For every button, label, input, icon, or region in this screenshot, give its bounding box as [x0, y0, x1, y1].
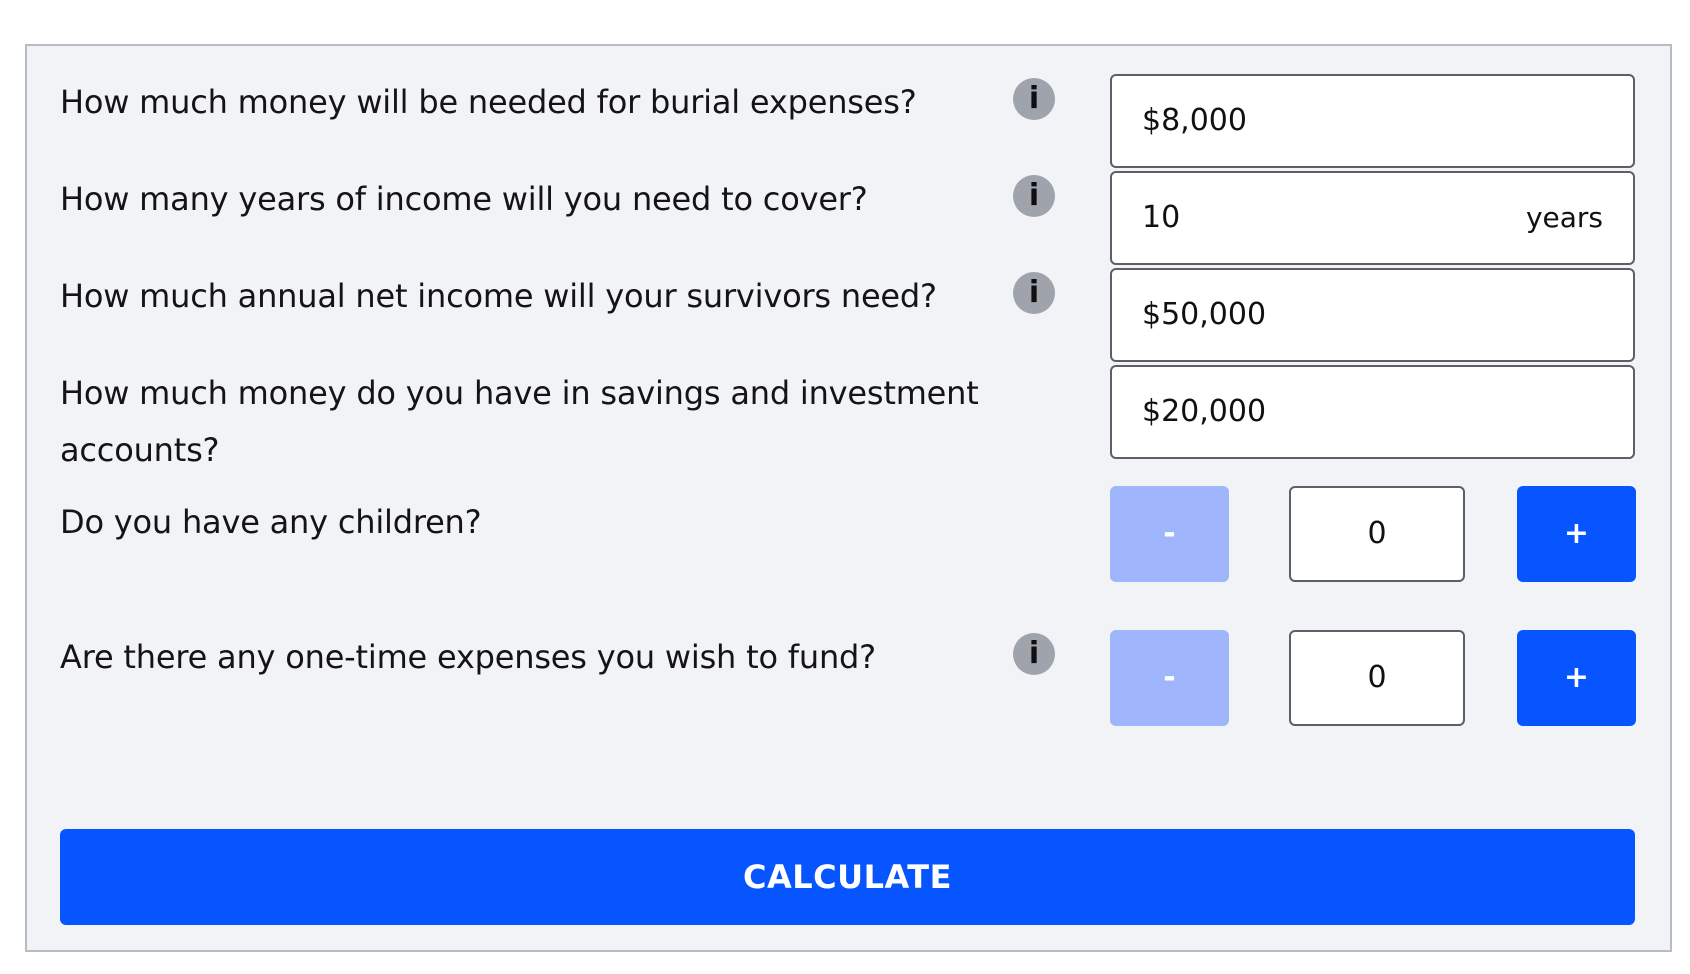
burial-expenses-value: $8,000	[1142, 103, 1247, 138]
one-time-expenses-question: Are there any one-time expenses you wish…	[60, 638, 876, 676]
years-suffix: years	[1525, 201, 1603, 234]
annual-income-value: $50,000	[1142, 297, 1267, 332]
savings-input[interactable]: $20,000	[1110, 365, 1635, 459]
info-icon[interactable]: i	[1013, 272, 1055, 314]
calculate-button[interactable]: CALCULATE	[60, 829, 1635, 925]
calculator-panel: How much money will be needed for burial…	[25, 44, 1672, 952]
info-icon[interactable]: i	[1013, 633, 1055, 675]
one-time-count-input[interactable]: 0	[1289, 630, 1465, 726]
children-increment-button[interactable]: +	[1517, 486, 1636, 582]
children-decrement-button[interactable]: -	[1110, 486, 1229, 582]
savings-question-line2: accounts?	[60, 431, 220, 469]
info-icon[interactable]: i	[1013, 175, 1055, 217]
years-income-value: 10	[1142, 200, 1181, 235]
one-time-decrement-button[interactable]: -	[1110, 630, 1229, 726]
children-count-input[interactable]: 0	[1289, 486, 1465, 582]
savings-question-line1: How much money do you have in savings an…	[60, 374, 979, 412]
annual-income-input[interactable]: $50,000	[1110, 268, 1635, 362]
one-time-increment-button[interactable]: +	[1517, 630, 1636, 726]
info-icon[interactable]: i	[1013, 78, 1055, 120]
burial-expenses-input[interactable]: $8,000	[1110, 74, 1635, 168]
years-income-input[interactable]: 10 years	[1110, 171, 1635, 265]
children-question: Do you have any children?	[60, 503, 482, 541]
burial-expenses-question: How much money will be needed for burial…	[60, 83, 917, 121]
years-income-question: How many years of income will you need t…	[60, 180, 868, 218]
savings-value: $20,000	[1142, 394, 1267, 429]
annual-income-question: How much annual net income will your sur…	[60, 277, 937, 315]
